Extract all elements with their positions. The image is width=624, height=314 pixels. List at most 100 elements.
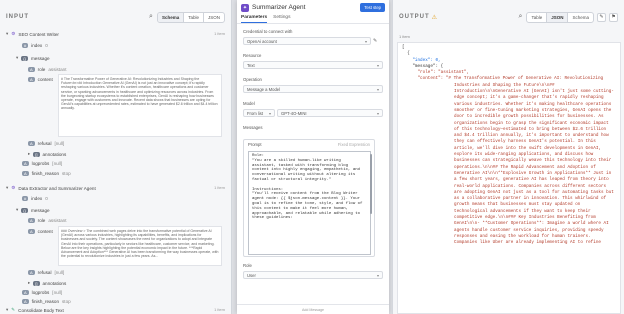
field-value: stop — [62, 171, 71, 176]
string-type-icon: A — [28, 67, 35, 72]
chevron-down-icon: ▾ — [376, 272, 379, 278]
chevron-right-icon[interactable]: ▸ — [28, 151, 30, 157]
test-step-button[interactable]: Test step — [360, 3, 385, 12]
field-refusal[interactable]: A refusal [null] — [28, 270, 64, 275]
string-type-icon: A — [28, 270, 35, 275]
credential-select[interactable]: OpenAi account ▾ — [243, 37, 371, 45]
field-annotations[interactable]: ▸ [] annotations — [28, 151, 66, 157]
node-name: Consolidate Body Text — [18, 307, 64, 313]
node-count: 1 item — [214, 31, 225, 36]
node-consolidate[interactable]: ▾ ✎ Consolidate Body Text — [6, 307, 64, 313]
model-select[interactable]: GPT-4O-MINI ▾ — [277, 109, 383, 117]
role-select[interactable]: User ▾ — [243, 271, 383, 279]
model-mode-value: From list — [247, 110, 264, 116]
input-view-json[interactable]: JSON — [202, 12, 224, 22]
input-view-schema[interactable]: Schema — [157, 12, 184, 22]
field-content[interactable]: A content — [28, 77, 53, 82]
field-name: message — [30, 55, 50, 61]
pin-icon[interactable]: ⚑ — [609, 12, 618, 22]
prompt-field: Prompt Fixed Expression Role: "You are a… — [243, 139, 375, 257]
resource-label: Resource — [243, 53, 262, 58]
tab-settings[interactable]: Settings — [273, 15, 290, 23]
operation-select[interactable]: Message a Model ▾ — [243, 85, 383, 93]
field-message[interactable]: ▾ {} message — [16, 207, 50, 213]
field-name: role — [37, 218, 46, 223]
role-label: Role — [243, 263, 252, 268]
output-view-table[interactable]: Table — [527, 13, 546, 22]
openai-icon: ✦ — [241, 3, 249, 12]
field-value: stop — [62, 299, 71, 304]
field-role[interactable]: A role assistant — [28, 218, 66, 223]
chevron-down-icon[interactable]: ▾ — [16, 207, 18, 213]
string-type-icon: A — [22, 290, 29, 295]
chevron-right-icon[interactable]: ▸ — [28, 280, 30, 286]
json-output[interactable]: [ { "index": 0, "message": { "role": "as… — [397, 42, 621, 314]
field-name: message — [30, 207, 50, 213]
field-name: index — [31, 43, 43, 48]
field-value: assistant — [48, 218, 67, 223]
messages-label: Messages — [243, 125, 263, 130]
chevron-down-icon[interactable]: ▾ — [6, 185, 8, 191]
field-value: assistant — [48, 67, 67, 72]
node-icon: ⚙ — [11, 31, 16, 36]
search-icon[interactable]: ⌕ — [149, 13, 153, 21]
node-count: 1 item — [214, 307, 225, 312]
prompt-header: Prompt Fixed Expression — [244, 140, 374, 149]
field-message[interactable]: ▾ {} message — [16, 55, 50, 61]
field-content[interactable]: A content — [28, 229, 53, 234]
input-view-switch: Schema Table JSON — [156, 11, 225, 23]
chevron-down-icon[interactable]: ▾ — [6, 307, 8, 313]
chevron-down-icon[interactable]: ▾ — [16, 55, 18, 61]
model-mode-select[interactable]: From list ▾ — [243, 109, 275, 117]
field-finish-reason[interactable]: A finish_reason stop — [22, 299, 71, 304]
field-value: [null] — [54, 141, 65, 146]
input-header: INPUT ⌕ Schema Table JSON — [0, 0, 231, 34]
output-title: OUTPUT — [399, 14, 430, 20]
field-name: refusal — [37, 141, 52, 146]
prompt-mode-toggle[interactable]: Fixed Expression — [338, 142, 370, 147]
string-type-icon: A — [22, 299, 29, 304]
pencil-icon[interactable]: ✎ — [597, 12, 606, 22]
json-content-value: Industries and Shaping the Future\n\n## … — [454, 82, 617, 246]
node-seo-writer[interactable]: ▾ ⚙ SEO Content Writer — [6, 31, 59, 37]
prompt-label: Prompt — [248, 142, 262, 147]
field-name: index — [31, 196, 43, 201]
content-preview: # The Transformative Power of Generative… — [58, 74, 222, 137]
input-panel: INPUT ⌕ Schema Table JSON ▾ ⚙ SEO Conten… — [0, 0, 232, 314]
field-role[interactable]: A role assistant — [28, 67, 66, 72]
field-index[interactable]: # index 0 — [22, 196, 48, 201]
field-name: logprobs — [31, 161, 50, 166]
add-message-button[interactable]: Add Message — [237, 304, 389, 314]
input-title: INPUT — [6, 14, 29, 20]
credential-label: Credential to connect with — [243, 29, 293, 34]
input-view-table[interactable]: Table — [183, 12, 203, 22]
warning-icon[interactable]: ⚠ — [432, 14, 437, 21]
field-logprobs[interactable]: A logprobs [null] — [22, 161, 62, 166]
chevron-down-icon[interactable]: ▾ — [6, 31, 8, 37]
field-finish-reason[interactable]: A finish_reason stop — [22, 171, 71, 176]
output-header: OUTPUT ⚠ ⌕ Table JSON Schema ✎ ⚑ — [393, 0, 624, 34]
edit-icon[interactable]: ✎ — [373, 38, 377, 44]
output-view-schema[interactable]: Schema — [567, 12, 593, 22]
field-value: [null] — [52, 161, 63, 166]
prompt-textarea[interactable]: Role: "You are a skilled human-like writ… — [248, 151, 371, 255]
modal-title[interactable]: Summarizer Agent — [252, 4, 305, 11]
search-icon[interactable]: ⌕ — [519, 13, 523, 21]
field-index[interactable]: # index 0 — [22, 43, 48, 48]
node-summarizer[interactable]: ▾ ⚙ Data Extractor and Summarizer Agent — [6, 185, 96, 191]
field-logprobs[interactable]: A logprobs [null] — [22, 290, 62, 295]
field-value: [null] — [54, 270, 65, 275]
modal-header: ✦ Summarizer Agent Test step — [237, 0, 389, 15]
output-view-json[interactable]: JSON — [546, 12, 568, 22]
tab-parameters[interactable]: Parameters — [241, 15, 268, 23]
resource-select[interactable]: Text ▾ — [243, 61, 383, 69]
string-type-icon: A — [28, 229, 35, 234]
json-line: "content": "# The Transformative Power o… — [402, 76, 604, 82]
field-annotations[interactable]: ▸ [] annotations — [28, 280, 66, 286]
prompt-scrollbar[interactable] — [370, 154, 372, 214]
node-count: 1 item — [214, 185, 225, 190]
field-name: refusal — [37, 270, 52, 275]
field-name: finish_reason — [31, 299, 59, 304]
field-refusal[interactable]: A refusal [null] — [28, 141, 64, 146]
array-type-icon: [] — [33, 280, 40, 286]
